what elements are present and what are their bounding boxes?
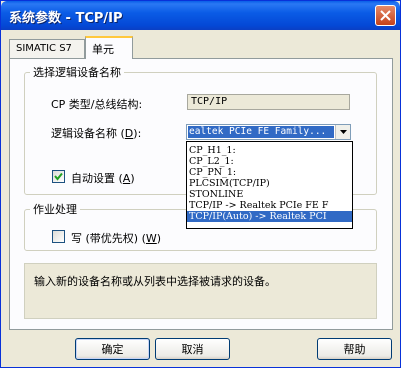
logical-device-label-key: D — [124, 127, 134, 140]
logical-device-label-suffix: ): — [133, 127, 142, 140]
device-group-legend: 选择逻辑设备名称 — [30, 64, 124, 80]
logical-device-combobox[interactable]: ealtek PCIe FE Family... — [186, 124, 351, 140]
tab-simatic-s7[interactable]: SIMATIC S7 — [9, 39, 85, 59]
dropdown-button[interactable] — [335, 125, 350, 139]
info-text: 输入新的设备名称或从列表中选择被请求的设备。 — [34, 275, 276, 288]
title-bar[interactable]: 系统参数 - TCP/IP — [1, 1, 400, 30]
dropdown-option[interactable]: PLCSIM(TCP/IP) — [187, 178, 352, 189]
close-button[interactable] — [375, 5, 396, 26]
cancel-button-label: 取消 — [181, 343, 204, 356]
write-priority-label-key: W — [145, 232, 157, 245]
chevron-down-icon — [339, 130, 347, 134]
dropdown-option[interactable]: CP_L2_1: — [187, 156, 352, 167]
logical-device-label: 逻辑设备名称 (D): — [51, 125, 141, 141]
tab-label: SIMATIC S7 — [16, 43, 72, 54]
system-parameters-dialog: 系统参数 - TCP/IP SIMATIC S7 单元 选择逻辑设备名称 CP … — [0, 0, 401, 368]
auto-setting-label-suffix: ) — [130, 172, 135, 185]
dropdown-option-selected[interactable]: TCP/IP(Auto) -> Realtek PCI — [187, 211, 352, 222]
logical-device-label-prefix: 逻辑设备名称 ( — [51, 127, 125, 140]
write-priority-label-suffix: ) — [156, 232, 162, 245]
write-priority-label-prefix: 写 (带优先权) ( — [71, 232, 146, 245]
dropdown-option[interactable]: STONLINE — [187, 189, 352, 200]
job-group-legend: 作业处理 — [30, 201, 80, 217]
dropdown-option[interactable]: CP_H1_1: — [187, 145, 352, 156]
dropdown-option[interactable]: TCP/IP -> Realtek PCIe FE F — [187, 200, 352, 211]
ok-button-label: 确定 — [101, 343, 124, 356]
auto-setting-label-prefix: 自动设置 ( — [71, 172, 123, 185]
window-title: 系统参数 - TCP/IP — [9, 11, 123, 26]
close-icon — [380, 10, 391, 21]
checkmark-icon — [54, 172, 63, 181]
cp-type-label: CP 类型/总线结构: — [51, 98, 143, 111]
logical-device-value: ealtek PCIe FE Family... — [188, 126, 334, 138]
tab-unit[interactable]: 单元 — [85, 36, 133, 59]
tab-label: 单元 — [92, 43, 114, 56]
info-box: 输入新的设备名称或从列表中选择被请求的设备。 — [24, 263, 377, 319]
ok-button[interactable]: 确定 — [75, 338, 150, 360]
auto-setting-label: 自动设置 (A) — [71, 170, 135, 186]
help-button-label: 帮助 — [343, 343, 366, 356]
write-priority-checkbox[interactable] — [52, 230, 65, 243]
cp-type-value: TCP/IP — [191, 96, 228, 107]
auto-setting-checkbox[interactable] — [52, 170, 65, 183]
write-priority-label: 写 (带优先权) (W) — [71, 230, 161, 246]
cp-type-field: TCP/IP — [187, 94, 350, 110]
dropdown-option[interactable]: CP_PN_1: — [187, 167, 352, 178]
cancel-button[interactable]: 取消 — [155, 338, 230, 360]
help-button[interactable]: 帮助 — [317, 338, 392, 360]
logical-device-dropdown-list[interactable]: CP_H1_1: CP_L2_1: CP_PN_1: PLCSIM(TCP/IP… — [186, 141, 353, 229]
